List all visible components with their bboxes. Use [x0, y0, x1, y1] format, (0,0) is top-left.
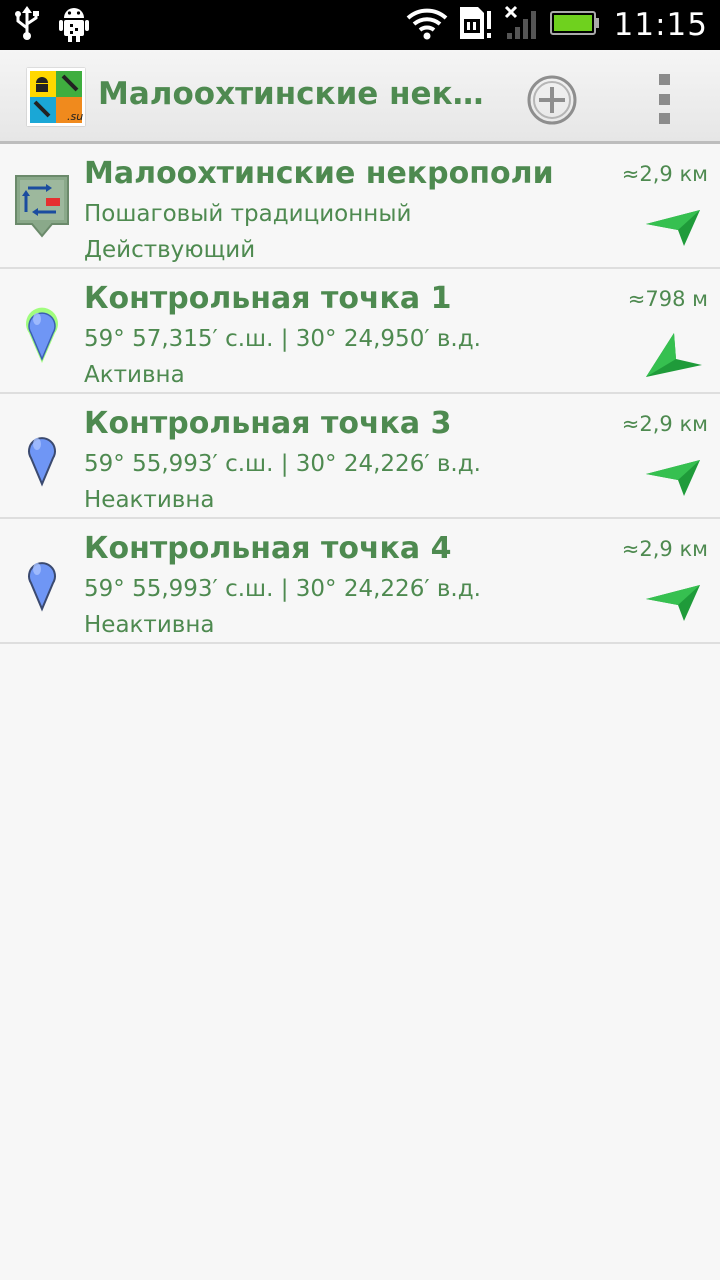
android-debug-icon — [58, 4, 90, 46]
item-status: Неактивна — [84, 612, 215, 638]
item-title: Малоохтинские некрополи — [84, 156, 554, 191]
status-time: 11:15 — [613, 7, 708, 43]
item-coordinates: 59° 55,993′ с.ш. | 30° 24,226′ в.д. — [84, 451, 481, 477]
item-distance: ≈798 м — [627, 287, 708, 311]
usb-icon — [14, 6, 40, 44]
item-distance: ≈2,9 км — [621, 537, 708, 561]
signal-icon — [504, 5, 540, 45]
item-coordinates: 59° 57,315′ с.ш. | 30° 24,950′ в.д. — [84, 326, 481, 352]
add-circle-icon[interactable] — [526, 74, 578, 126]
direction-arrow-icon — [644, 331, 704, 377]
wifi-icon — [406, 6, 448, 44]
item-status: Действующий — [84, 237, 256, 263]
status-bar: 11:15 — [0, 0, 720, 50]
svg-text:.su: .su — [67, 110, 83, 123]
item-subtitle: Пошаговый традиционный — [84, 201, 412, 227]
list-item[interactable]: Контрольная точка 4 59° 55,993′ с.ш. | 3… — [0, 519, 720, 644]
sim-icon — [458, 5, 494, 45]
action-bar: .su Малоохтинские нек… — [0, 50, 720, 144]
direction-arrow-icon — [644, 581, 704, 625]
waypoint-list: Малоохтинские некрополи Пошаговый традиц… — [0, 144, 720, 644]
list-item[interactable]: Контрольная точка 1 59° 57,315′ с.ш. | 3… — [0, 269, 720, 394]
item-distance: ≈2,9 км — [621, 162, 708, 186]
battery-icon — [549, 8, 600, 42]
direction-arrow-icon — [644, 206, 704, 250]
app-logo-icon[interactable]: .su — [27, 68, 85, 126]
direction-arrow-icon — [644, 456, 704, 500]
item-coordinates: 59° 55,993′ с.ш. | 30° 24,226′ в.д. — [84, 576, 481, 602]
active-map-pin-icon — [12, 297, 72, 367]
app-title: Малоохтинские нек… — [98, 76, 484, 112]
map-pin-icon — [12, 547, 72, 617]
multistage-cache-icon — [12, 172, 72, 242]
item-title: Контрольная точка 4 — [84, 531, 452, 566]
map-pin-icon — [12, 422, 72, 492]
item-title: Контрольная точка 1 — [84, 281, 452, 316]
item-distance: ≈2,9 км — [621, 412, 708, 436]
item-status: Неактивна — [84, 487, 215, 513]
overflow-menu-icon[interactable] — [650, 74, 678, 124]
list-item[interactable]: Контрольная точка 3 59° 55,993′ с.ш. | 3… — [0, 394, 720, 519]
list-item[interactable]: Малоохтинские некрополи Пошаговый традиц… — [0, 144, 720, 269]
item-status: Активна — [84, 362, 185, 388]
item-title: Контрольная точка 3 — [84, 406, 452, 441]
